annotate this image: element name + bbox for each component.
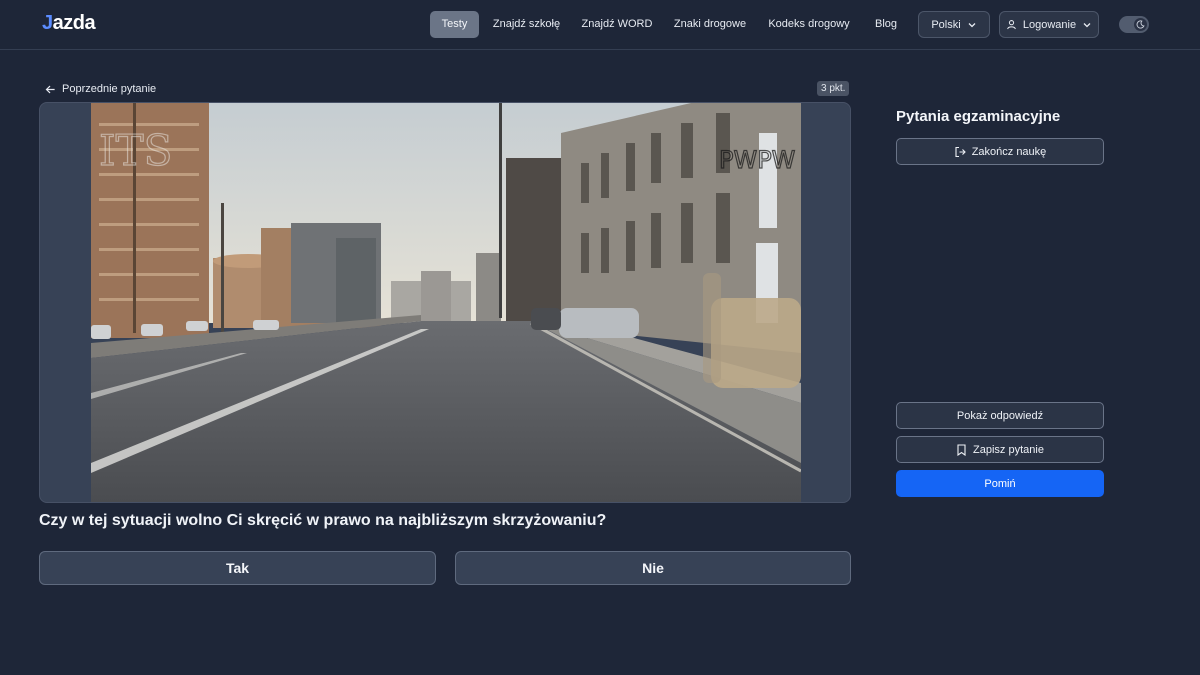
question-media: ITS PWPW bbox=[39, 102, 851, 503]
theme-toggle[interactable] bbox=[1119, 16, 1149, 33]
nav-item-znajdz-word[interactable]: Znajdź WORD bbox=[578, 11, 656, 38]
language-select[interactable]: Polski bbox=[918, 11, 990, 38]
moon-icon bbox=[1134, 18, 1147, 31]
save-question-button[interactable]: Zapisz pytanie bbox=[896, 436, 1104, 463]
street-scene-image: ITS PWPW bbox=[91, 103, 801, 502]
end-study-label: Zakończ naukę bbox=[971, 145, 1047, 158]
show-answer-button[interactable]: Pokaż odpowiedź bbox=[896, 402, 1104, 429]
nav-item-znaki-drogowe[interactable]: Znaki drogowe bbox=[670, 11, 750, 38]
sidebar-title: Pytania egzaminacyjne bbox=[896, 108, 1061, 125]
logo[interactable]: Jazda bbox=[42, 12, 96, 35]
end-study-button[interactable]: Zakończ naukę bbox=[896, 138, 1104, 165]
chevron-down-icon bbox=[1082, 20, 1092, 30]
previous-question-link[interactable]: Poprzednie pytanie bbox=[45, 81, 156, 97]
question-text: Czy w tej sytuacji wolno Ci skręcić w pr… bbox=[39, 512, 607, 529]
language-label: Polski bbox=[931, 18, 961, 31]
answer-no-button[interactable]: Nie bbox=[455, 551, 851, 585]
bookmark-icon bbox=[956, 443, 967, 456]
chevron-down-icon bbox=[967, 20, 977, 30]
log-out-icon bbox=[954, 146, 966, 158]
previous-question-label: Poprzednie pytanie bbox=[62, 83, 157, 95]
answer-yes-button[interactable]: Tak bbox=[39, 551, 436, 585]
logo-accent: J bbox=[42, 12, 53, 34]
skip-button[interactable]: Pomiń bbox=[896, 470, 1104, 497]
nav-item-kodeks-drogowy[interactable]: Kodeks drogowy bbox=[764, 11, 854, 38]
nav-item-blog[interactable]: Blog bbox=[868, 11, 904, 38]
watermark-its: ITS bbox=[99, 126, 172, 175]
points-badge: 3 pkt. bbox=[817, 81, 850, 96]
logo-text: azda bbox=[52, 12, 96, 34]
watermark-pwpw: PWPW bbox=[719, 146, 795, 174]
login-label: Logowanie bbox=[1022, 18, 1077, 31]
user-icon bbox=[1006, 19, 1017, 30]
arrow-left-icon bbox=[45, 84, 56, 95]
save-question-label: Zapisz pytanie bbox=[973, 443, 1044, 456]
top-navbar: Jazda Testy Znajdź szkołę Znajdź WORD Zn… bbox=[0, 0, 1200, 50]
nav-item-testy[interactable]: Testy bbox=[430, 11, 479, 38]
login-button[interactable]: Logowanie bbox=[999, 11, 1099, 38]
nav-item-znajdz-szkole[interactable]: Znajdź szkołę bbox=[489, 11, 564, 38]
